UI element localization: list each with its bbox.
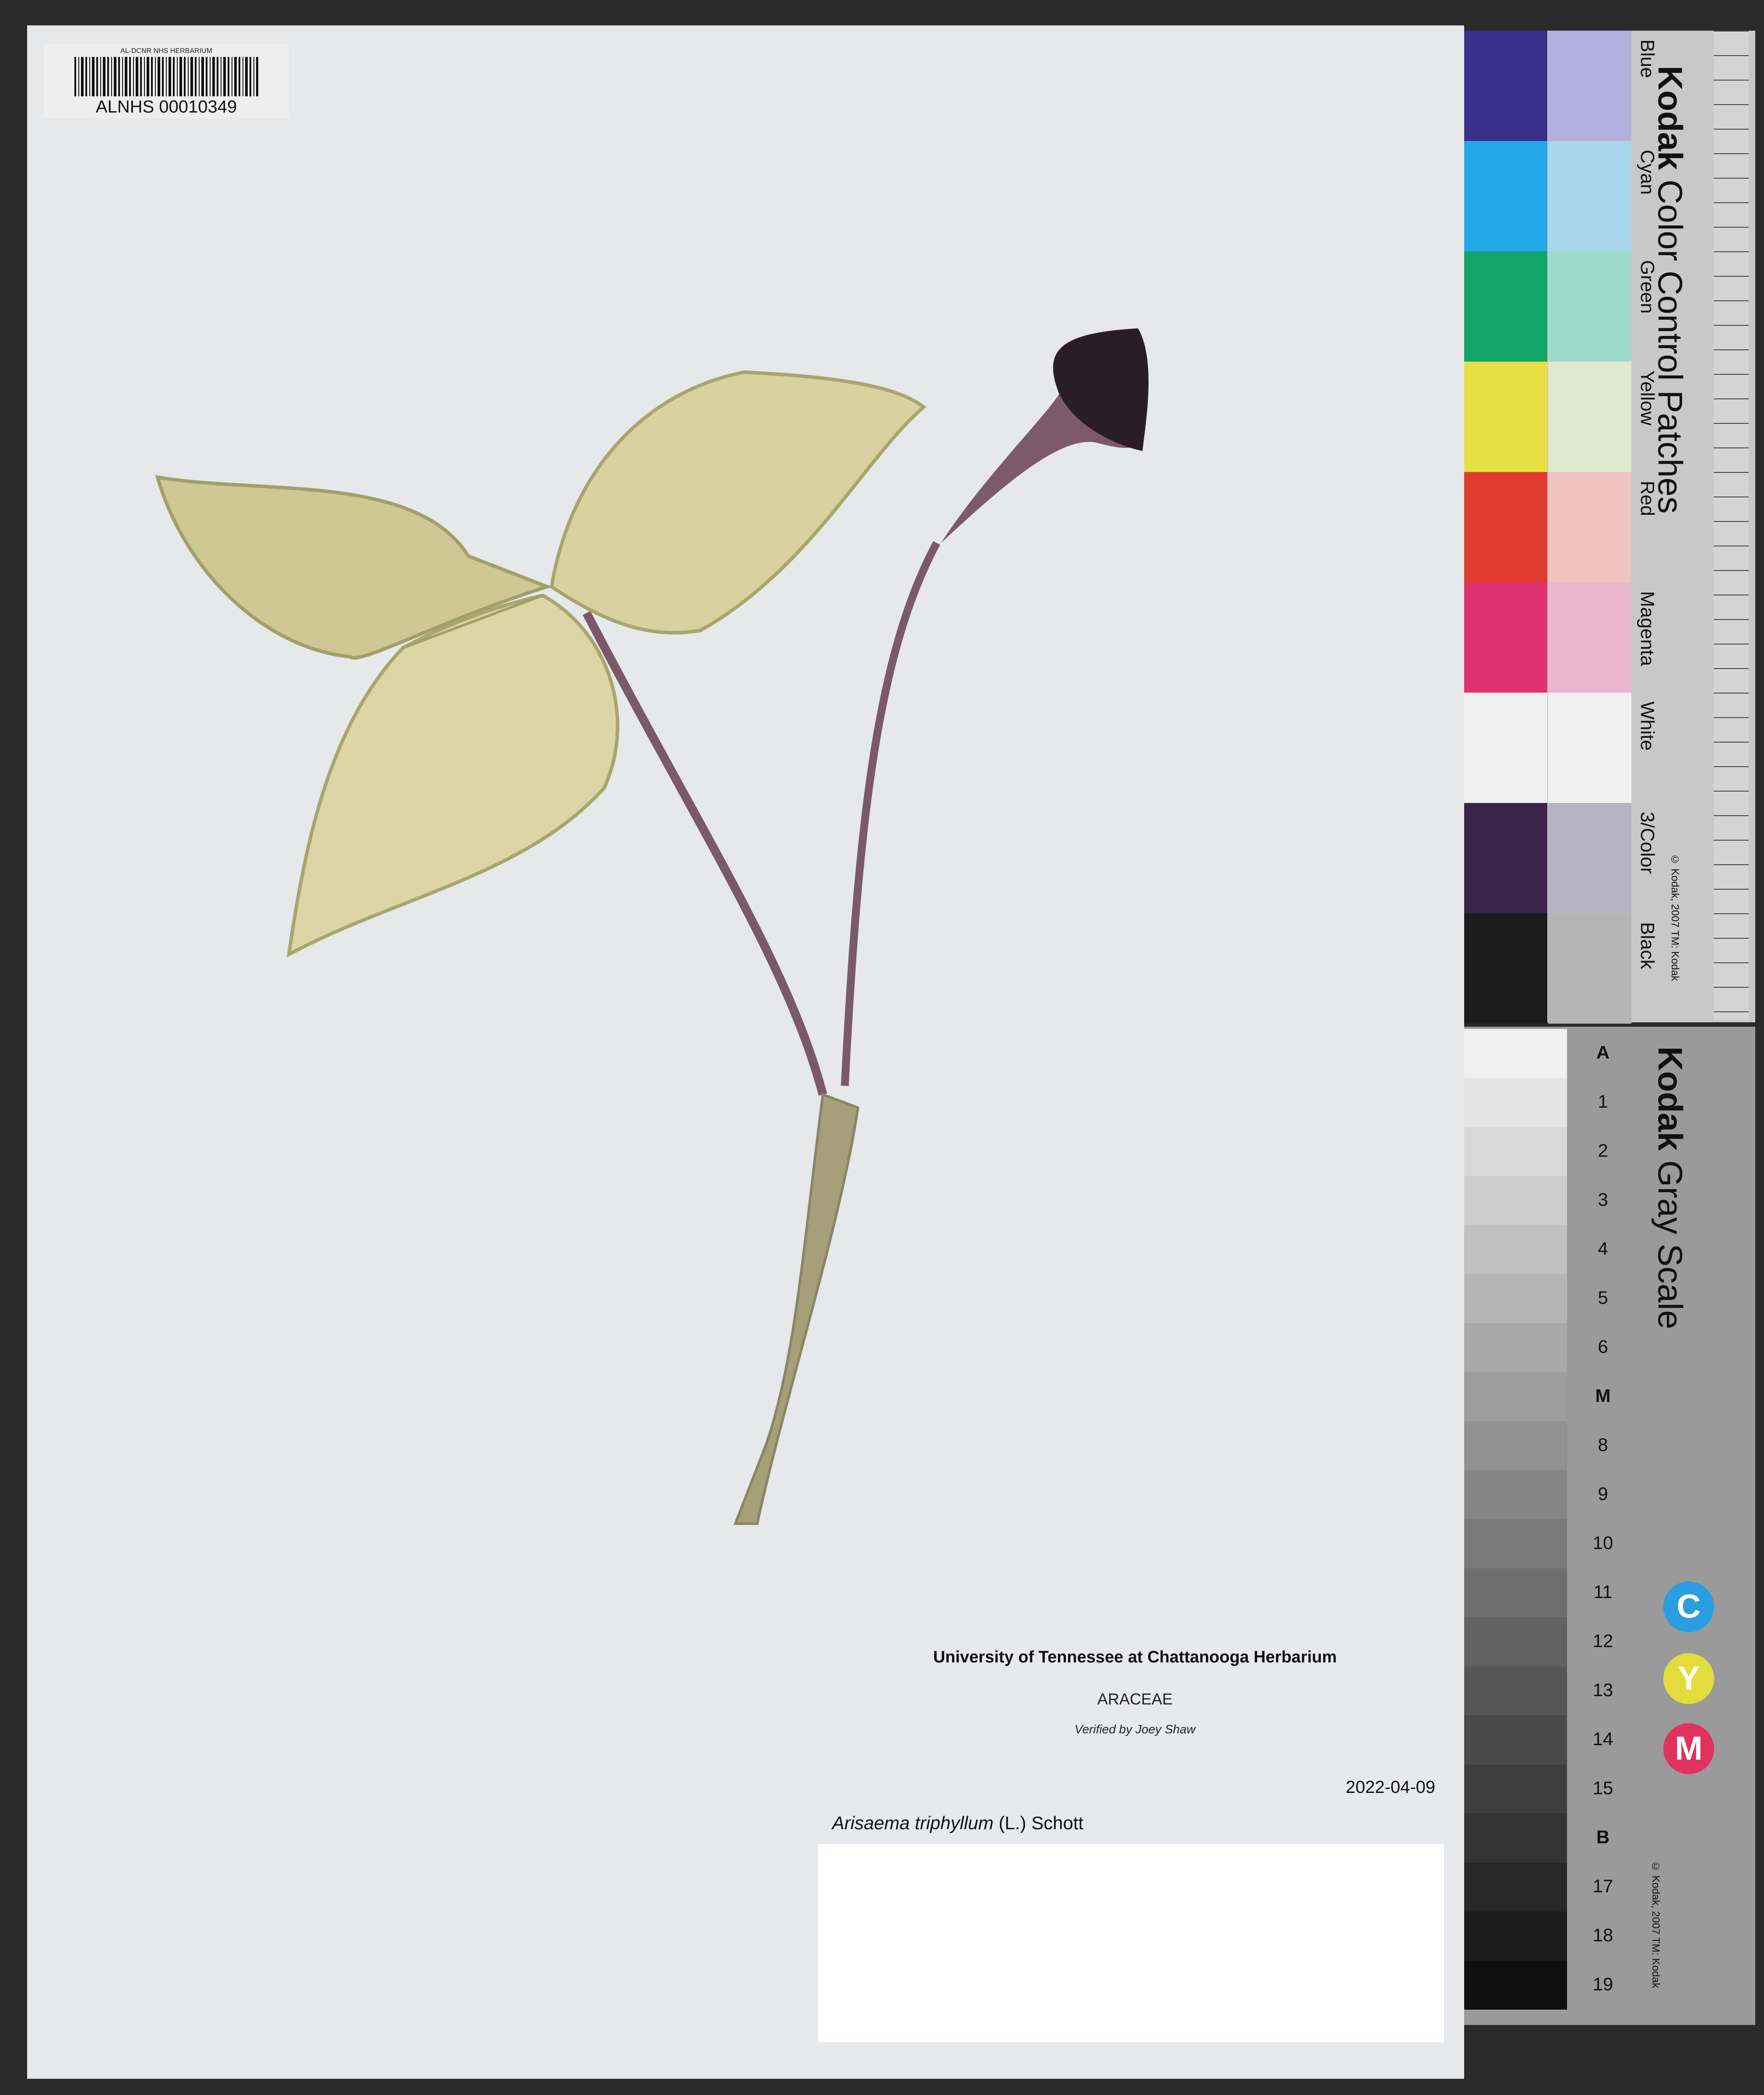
gray-step-swatch <box>1464 1764 1567 1813</box>
gray-scale-title: Kodak Gray Scale <box>1650 1046 1690 1329</box>
gray-step-label: A <box>1596 1042 1610 1063</box>
color-patch-white-light <box>1548 693 1631 803</box>
color-patch-label: Black <box>1637 922 1658 969</box>
gray-step-label: 3 <box>1598 1189 1608 1210</box>
color-patch-red-light <box>1548 472 1631 582</box>
color-patch-magenta-light <box>1548 582 1631 693</box>
color-patch-yellow-light <box>1548 362 1631 472</box>
color-patch-green-dark <box>1464 251 1547 362</box>
gray-step-swatch <box>1464 1617 1567 1666</box>
gray-step-swatch <box>1464 1715 1567 1764</box>
gray-step-label: M <box>1595 1385 1611 1406</box>
gray-step-label: 1 <box>1598 1091 1608 1112</box>
gray-step-label: 19 <box>1592 1974 1613 1994</box>
color-patch-blue-dark <box>1464 31 1547 141</box>
color-patch-3color-light <box>1548 803 1631 913</box>
gray-step-swatch <box>1464 1029 1567 1078</box>
label-date: 2022-04-09 <box>1346 1778 1435 1797</box>
cym-cyan-dot: C <box>1663 1581 1714 1632</box>
color-patch-label: Magenta <box>1637 591 1658 666</box>
gray-step-label: 12 <box>1592 1630 1613 1651</box>
color-patch-black-light <box>1548 913 1631 1024</box>
gray-step-label: 6 <box>1598 1336 1608 1357</box>
gray-step-swatch <box>1464 1127 1567 1176</box>
color-patch-3color-dark <box>1464 803 1547 913</box>
cym-yellow-dot: Y <box>1663 1653 1714 1704</box>
species-authority: (L.) Schott <box>993 1813 1084 1833</box>
species-name: Arisaema triphyllum (L.) Schott <box>832 1813 1083 1834</box>
color-patch-magenta-dark <box>1464 582 1547 693</box>
gray-step-swatch <box>1464 1225 1567 1274</box>
gray-step-swatch <box>1464 1470 1567 1519</box>
gray-step-label: 2 <box>1598 1140 1608 1161</box>
gray-step-label: 10 <box>1592 1532 1613 1553</box>
gray-step-label: 17 <box>1592 1876 1613 1896</box>
color-patch-cyan-light <box>1548 141 1631 251</box>
color-patch-green-light <box>1548 251 1631 362</box>
gray-step-swatch <box>1464 1863 1567 1912</box>
gray-step-label: 13 <box>1592 1680 1613 1700</box>
gray-scale-brand: Kodak <box>1651 1046 1690 1151</box>
color-chart-title: Kodak Color Control Patches <box>1650 66 1690 514</box>
gray-step-label: 18 <box>1592 1925 1613 1945</box>
gray-step-swatch <box>1464 1274 1567 1323</box>
gray-step-label: 15 <box>1592 1778 1613 1798</box>
gray-step-label: 5 <box>1598 1287 1608 1308</box>
color-patch-label: White <box>1637 701 1658 751</box>
gray-step-label: 9 <box>1598 1483 1608 1504</box>
gray-step-swatch <box>1464 1568 1567 1617</box>
gray-step-swatch <box>1464 1912 1567 1961</box>
herbarium-name: University of Tennessee at Chattanooga H… <box>933 1648 1337 1666</box>
family-name: ARACEAE <box>1097 1690 1173 1708</box>
label-blank-area <box>818 1844 1444 2042</box>
gray-step-label: 14 <box>1592 1729 1613 1749</box>
specimen-label: University of Tennessee at Chattanooga H… <box>815 1627 1455 2046</box>
gray-step-swatch <box>1464 1176 1567 1225</box>
color-patch-white-dark <box>1464 693 1547 803</box>
gray-step-label: B <box>1596 1827 1610 1847</box>
color-patch-cyan-dark <box>1464 141 1547 251</box>
gray-step-swatch <box>1464 1421 1567 1470</box>
color-patch-yellow-dark <box>1464 362 1547 472</box>
color-patch-label: 3/Color <box>1637 812 1658 874</box>
color-chart-copyright: © Kodak, 2007 TM: Kodak <box>1669 854 1681 981</box>
cym-magenta-dot: M <box>1663 1723 1714 1774</box>
gray-scale-copyright: © Kodak, 2007 TM: Kodak <box>1650 1861 1662 1988</box>
color-patch-black-dark <box>1464 913 1547 1024</box>
color-chart-brand: Kodak <box>1651 66 1690 170</box>
cm-ruler <box>1714 31 1749 1020</box>
gray-step-label: 4 <box>1598 1238 1608 1259</box>
color-chart-title-text: Color Control Patches <box>1651 180 1690 514</box>
color-patch-red-dark <box>1464 472 1547 582</box>
gray-step-swatch <box>1464 1813 1567 1863</box>
gray-step-swatch <box>1464 1519 1567 1568</box>
verified-by: Verified by Joey Shaw <box>1075 1722 1195 1736</box>
gray-step-swatch <box>1464 1372 1567 1421</box>
gray-step-label: 11 <box>1593 1581 1613 1602</box>
gray-step-swatch <box>1464 1078 1567 1127</box>
gray-step-swatch <box>1464 1323 1567 1372</box>
gray-step-label: 8 <box>1598 1434 1608 1455</box>
gray-scale-title-text: Gray Scale <box>1651 1160 1690 1329</box>
gray-step-swatch <box>1464 1961 1567 2010</box>
genus-species: Arisaema triphyllum <box>832 1813 994 1833</box>
gray-step-swatch <box>1464 1666 1567 1715</box>
color-patch-blue-light <box>1548 31 1631 141</box>
